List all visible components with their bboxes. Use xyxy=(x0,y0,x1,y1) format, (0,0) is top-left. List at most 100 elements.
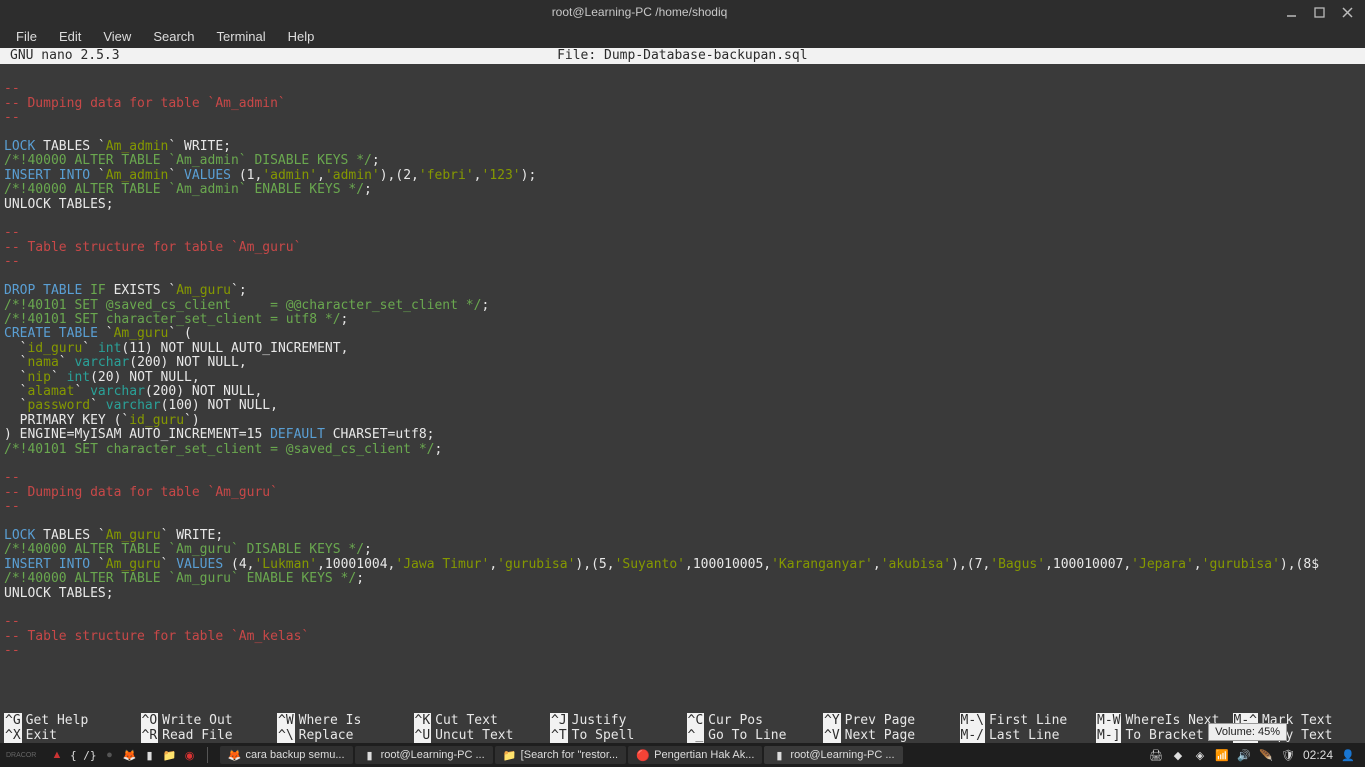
help-label: Prev Page xyxy=(845,713,915,728)
session-icon[interactable]: 👤 xyxy=(1341,748,1355,762)
tray-icon-1[interactable]: ◆ xyxy=(1171,748,1185,762)
help-label: Cur Pos xyxy=(708,713,763,728)
help-label: Get Help xyxy=(26,713,89,728)
help-key: ^G xyxy=(4,713,22,728)
shield-icon[interactable]: 🛡 xyxy=(1281,748,1295,762)
taskbar-tray: 🖨 ◆ ◈ 📶 🔊 🪶 🛡 02:24 👤 xyxy=(1149,748,1365,762)
task-icon: ▮ xyxy=(363,748,377,762)
help-label: Where Is xyxy=(299,713,362,728)
help-label: Next Page xyxy=(845,728,915,743)
dot-icon[interactable]: ● xyxy=(103,748,117,762)
help-key: ^J xyxy=(550,713,568,728)
clock[interactable]: 02:24 xyxy=(1303,748,1333,762)
nano-help-item: ^W Where Is xyxy=(273,713,410,728)
red-circle-icon[interactable]: ◉ xyxy=(183,748,197,762)
braces-icon[interactable]: { /} xyxy=(70,749,97,762)
help-key: ^K xyxy=(414,713,432,728)
editor-content[interactable]: -- -- Dumping data for table `Am_admin` … xyxy=(0,64,1365,659)
tray-icon-2[interactable]: ◈ xyxy=(1193,748,1207,762)
task-label: Pengertian Hak Ak... xyxy=(654,749,754,761)
help-key: ^W xyxy=(277,713,295,728)
maximize-button[interactable] xyxy=(1307,3,1331,21)
nano-help-item: ^V Next Page xyxy=(819,728,956,743)
nano-help-item: ^_Go To Line xyxy=(683,728,820,743)
help-label: First Line xyxy=(989,713,1067,728)
taskbar-tasks: 🦊 cara backup semu... ▮ root@Learning-PC ..… xyxy=(212,746,1149,764)
window-title: root@Learning-PC /home/shodiq xyxy=(0,5,1279,19)
taskbar-task[interactable]: 📁 [Search for "restor... xyxy=(495,746,626,764)
menu-help[interactable]: Help xyxy=(278,27,325,46)
close-button[interactable] xyxy=(1335,3,1359,21)
taskbar-task[interactable]: ▮ root@Learning-PC ... xyxy=(764,746,902,764)
task-icon: ▮ xyxy=(772,748,786,762)
help-label: To Spell xyxy=(572,728,635,743)
nano-help-item: ^X Exit xyxy=(0,728,137,743)
help-label: Justify xyxy=(572,713,627,728)
nano-file-label: File: Dump-Database-backupan.sql xyxy=(120,48,1245,64)
nano-help-item: ^Y Prev Page xyxy=(819,713,956,728)
help-key: ^R xyxy=(141,728,159,743)
task-label: root@Learning-PC ... xyxy=(381,749,485,761)
taskbar-task[interactable]: 🦊 cara backup semu... xyxy=(220,746,353,764)
nano-help-item: ^CCur Pos xyxy=(683,713,820,728)
taskbar-task[interactable]: ▮ root@Learning-PC ... xyxy=(355,746,493,764)
help-key: M-/ xyxy=(960,728,985,743)
minimize-button[interactable] xyxy=(1279,3,1303,21)
menu-terminal[interactable]: Terminal xyxy=(207,27,276,46)
help-label: Cut Text xyxy=(435,713,498,728)
help-key: ^Y xyxy=(823,713,841,728)
terminal-area[interactable]: GNU nano 2.5.3 File: Dump-Database-backu… xyxy=(0,48,1365,743)
taskbar-left: DRACOR ▲ { /} ● 🦊 ▮ 📁 ◉ xyxy=(0,747,212,763)
volume-tooltip: Volume: 45% xyxy=(1208,723,1287,741)
nano-statusbar: GNU nano 2.5.3 File: Dump-Database-backu… xyxy=(0,48,1365,64)
help-label: Read File xyxy=(162,728,232,743)
nano-help-item: ^J Justify xyxy=(546,713,683,728)
nano-help-item: M-\ First Line xyxy=(956,713,1093,728)
nano-app-name: GNU nano 2.5.3 xyxy=(0,48,120,64)
menu-icon[interactable]: ▲ xyxy=(50,748,64,762)
feather-icon[interactable]: 🪶 xyxy=(1259,748,1273,762)
menu-file[interactable]: File xyxy=(6,27,47,46)
help-key: ^C xyxy=(687,713,705,728)
help-label: To Bracket xyxy=(1125,728,1203,743)
task-label: root@Learning-PC ... xyxy=(790,749,894,761)
help-label: Go To Line xyxy=(708,728,786,743)
help-key: ^O xyxy=(141,713,159,728)
menu-search[interactable]: Search xyxy=(143,27,204,46)
help-key: ^X xyxy=(4,728,22,743)
help-key: M-W xyxy=(1096,713,1121,728)
task-label: [Search for "restor... xyxy=(521,749,618,761)
terminal-icon[interactable]: ▮ xyxy=(143,748,157,762)
firefox-icon[interactable]: 🦊 xyxy=(123,748,137,762)
nano-help-item: M-/Last Line xyxy=(956,728,1093,743)
titlebar[interactable]: root@Learning-PC /home/shodiq xyxy=(0,0,1365,24)
task-label: cara backup semu... xyxy=(246,749,345,761)
help-label: Replace xyxy=(299,728,354,743)
separator xyxy=(207,747,208,763)
printer-icon[interactable]: 🖨 xyxy=(1149,748,1163,762)
help-key: ^U xyxy=(414,728,432,743)
task-icon: 🦊 xyxy=(228,748,242,762)
task-icon: 📁 xyxy=(503,748,517,762)
dracor-logo[interactable]: DRACOR xyxy=(6,752,44,759)
nano-help-item: ^RRead File xyxy=(137,728,274,743)
nano-help-item: ^\ Replace xyxy=(273,728,410,743)
help-key: ^_ xyxy=(687,728,705,743)
menu-view[interactable]: View xyxy=(93,27,141,46)
help-key: ^V xyxy=(823,728,841,743)
help-label: Write Out xyxy=(162,713,232,728)
files-icon[interactable]: 📁 xyxy=(163,748,177,762)
network-icon[interactable]: 📶 xyxy=(1215,748,1229,762)
nano-help-item: ^KCut Text xyxy=(410,713,547,728)
help-label: WhereIs Next xyxy=(1125,713,1219,728)
help-key: ^\ xyxy=(277,728,295,743)
menu-edit[interactable]: Edit xyxy=(49,27,91,46)
taskbar[interactable]: DRACOR ▲ { /} ● 🦊 ▮ 📁 ◉ 🦊 cara backup sem… xyxy=(0,743,1365,767)
task-icon: 🔴 xyxy=(636,748,650,762)
help-key: M-\ xyxy=(960,713,985,728)
volume-icon[interactable]: 🔊 xyxy=(1237,748,1251,762)
nano-help-item: ^OWrite Out xyxy=(137,713,274,728)
terminal-window: root@Learning-PC /home/shodiq File Edit … xyxy=(0,0,1365,767)
help-label: Exit xyxy=(26,728,57,743)
taskbar-task[interactable]: 🔴 Pengertian Hak Ak... xyxy=(628,746,762,764)
